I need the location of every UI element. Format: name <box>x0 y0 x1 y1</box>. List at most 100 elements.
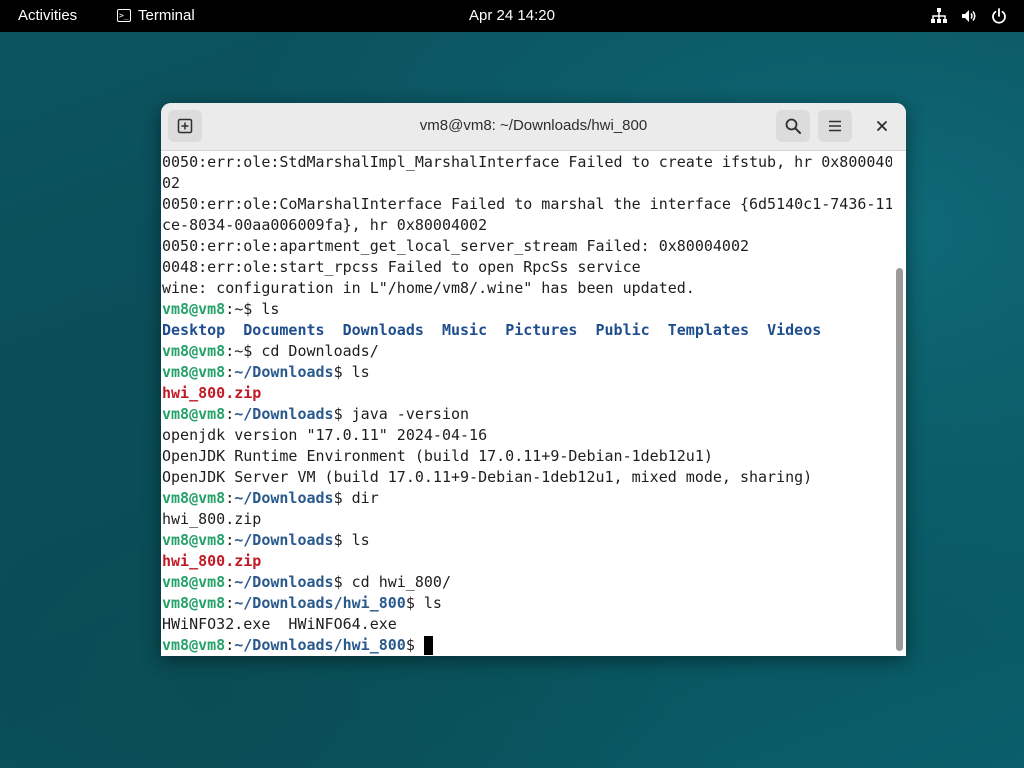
terminal-line: vm8@vm8:~/Downloads$ cd hwi_800/ <box>162 572 892 593</box>
terminal-text: Templates <box>667 321 750 339</box>
close-icon <box>877 121 887 131</box>
terminal-text: hwi_800.zip <box>162 384 262 402</box>
terminal-line: Desktop Documents Downloads Music Pictur… <box>162 320 892 341</box>
terminal-text: :~$ ls <box>225 300 280 318</box>
terminal-text: 0050:err:ole:apartment_get_local_server_… <box>162 237 749 255</box>
new-tab-icon <box>177 118 193 134</box>
terminal-text: OpenJDK Server VM (build 17.0.11+9-Debia… <box>162 468 813 486</box>
terminal-lines: 0050:err:ole:StdMarshalImpl_MarshalInter… <box>162 152 892 656</box>
terminal-text: 02 <box>162 174 181 192</box>
terminal-text: : <box>225 489 235 507</box>
system-tray[interactable] <box>930 7 1008 25</box>
terminal-text: hwi_800.zip <box>162 510 262 528</box>
terminal-text: vm8@vm8 <box>162 594 226 612</box>
search-icon <box>785 118 801 134</box>
close-button[interactable] <box>866 110 898 142</box>
terminal-text: ~/Downloads <box>234 363 334 381</box>
terminal-line: wine: configuration in L"/home/vm8/.wine… <box>162 278 892 299</box>
terminal-text: wine: configuration in L"/home/vm8/.wine… <box>162 279 695 297</box>
terminal-line: OpenJDK Runtime Environment (build 17.0.… <box>162 446 892 467</box>
terminal-line: ce-8034-00aa006009fa}, hr 0x80004002 <box>162 215 892 236</box>
terminal-line: OpenJDK Server VM (build 17.0.11+9-Debia… <box>162 467 892 488</box>
terminal-text: ~/Downloads <box>234 489 334 507</box>
terminal-text: ~/Downloads <box>234 531 334 549</box>
terminal-text: vm8@vm8 <box>162 531 226 549</box>
terminal-text: Videos <box>767 321 822 339</box>
terminal-text: Pictures <box>505 321 578 339</box>
terminal-text: $ <box>405 636 424 654</box>
terminal-line: vm8@vm8:~/Downloads$ java -version <box>162 404 892 425</box>
terminal-text: $ cd hwi_800/ <box>333 573 451 591</box>
terminal-text: ~/Downloads <box>234 573 334 591</box>
terminal-text: vm8@vm8 <box>162 342 226 360</box>
terminal-text: : <box>225 405 235 423</box>
terminal-line: vm8@vm8:~/Downloads/hwi_800$ ls <box>162 593 892 614</box>
terminal-text: : <box>225 636 235 654</box>
terminal-text: $ dir <box>333 489 379 507</box>
terminal-text: vm8@vm8 <box>162 300 226 318</box>
terminal-text: ~/Downloads <box>234 405 334 423</box>
terminal-text: vm8@vm8 <box>162 363 226 381</box>
terminal-app-icon: >_ <box>117 9 131 22</box>
header-bar[interactable]: vm8@vm8: ~/Downloads/hwi_800 <box>161 103 906 151</box>
terminal-text: : <box>225 363 235 381</box>
app-menu-terminal[interactable]: >_ Terminal <box>117 7 195 24</box>
terminal-line: 0048:err:ole:start_rpcss Failed to open … <box>162 257 892 278</box>
scrollbar-thumb[interactable] <box>896 268 903 651</box>
terminal-text: OpenJDK Runtime Environment (build 17.0.… <box>162 447 713 465</box>
terminal-line: vm8@vm8:~/Downloads/hwi_800$ <box>162 635 892 656</box>
terminal-line: 02 <box>162 173 892 194</box>
app-name: Terminal <box>138 7 195 24</box>
power-icon[interactable] <box>990 7 1008 25</box>
terminal-text: $ ls <box>405 594 442 612</box>
terminal-line: openjdk version "17.0.11" 2024-04-16 <box>162 425 892 446</box>
terminal-line: 0050:err:ole:CoMarshalInterface Failed t… <box>162 194 892 215</box>
terminal-text: : <box>225 573 235 591</box>
terminal-text: Public <box>595 321 650 339</box>
terminal-line: HWiNFO32.exe HWiNFO64.exe <box>162 614 892 635</box>
terminal-text: vm8@vm8 <box>162 405 226 423</box>
terminal-text: Music <box>441 321 488 339</box>
activities-button[interactable]: Activities <box>18 7 77 24</box>
terminal-line: vm8@vm8:~/Downloads$ ls <box>162 530 892 551</box>
terminal-text: ~/Downloads/hwi_800 <box>234 594 406 612</box>
terminal-line: vm8@vm8:~$ ls <box>162 299 892 320</box>
terminal-text: : <box>225 594 235 612</box>
terminal-text: ce-8034-00aa006009fa}, hr 0x80004002 <box>162 216 488 234</box>
terminal-text: vm8@vm8 <box>162 573 226 591</box>
terminal-text: $ ls <box>333 531 370 549</box>
text-cursor <box>423 636 433 655</box>
terminal-line: hwi_800.zip <box>162 509 892 530</box>
terminal-line: vm8@vm8:~$ cd Downloads/ <box>162 341 892 362</box>
terminal-text: Downloads <box>342 321 424 339</box>
clock[interactable]: Apr 24 14:20 <box>469 7 555 24</box>
terminal-line: 0050:err:ole:apartment_get_local_server_… <box>162 236 892 257</box>
terminal-line: hwi_800.zip <box>162 383 892 404</box>
terminal-text: 0050:err:ole:StdMarshalImpl_MarshalInter… <box>162 153 892 171</box>
scrollbar[interactable] <box>892 151 906 656</box>
menu-button[interactable] <box>818 110 852 142</box>
terminal-output[interactable]: 0050:err:ole:StdMarshalImpl_MarshalInter… <box>161 151 892 656</box>
terminal-text: vm8@vm8 <box>162 636 226 654</box>
terminal-text: HWiNFO32.exe HWiNFO64.exe <box>162 615 397 633</box>
terminal-text: $ ls <box>333 363 370 381</box>
terminal-text: :~$ cd Downloads/ <box>225 342 379 360</box>
search-button[interactable] <box>776 110 810 142</box>
new-tab-button[interactable] <box>168 110 202 142</box>
terminal-text: hwi_800.zip <box>162 552 262 570</box>
terminal-window: vm8@vm8: ~/Downloads/hwi_800 0050:err:ol… <box>161 103 906 656</box>
terminal-text: vm8@vm8 <box>162 489 226 507</box>
terminal-line: vm8@vm8:~/Downloads$ ls <box>162 362 892 383</box>
volume-icon[interactable] <box>960 7 978 25</box>
network-icon[interactable] <box>930 7 948 25</box>
terminal-text: 0048:err:ole:start_rpcss Failed to open … <box>162 258 641 276</box>
terminal-line: vm8@vm8:~/Downloads$ dir <box>162 488 892 509</box>
terminal-text: : <box>225 531 235 549</box>
